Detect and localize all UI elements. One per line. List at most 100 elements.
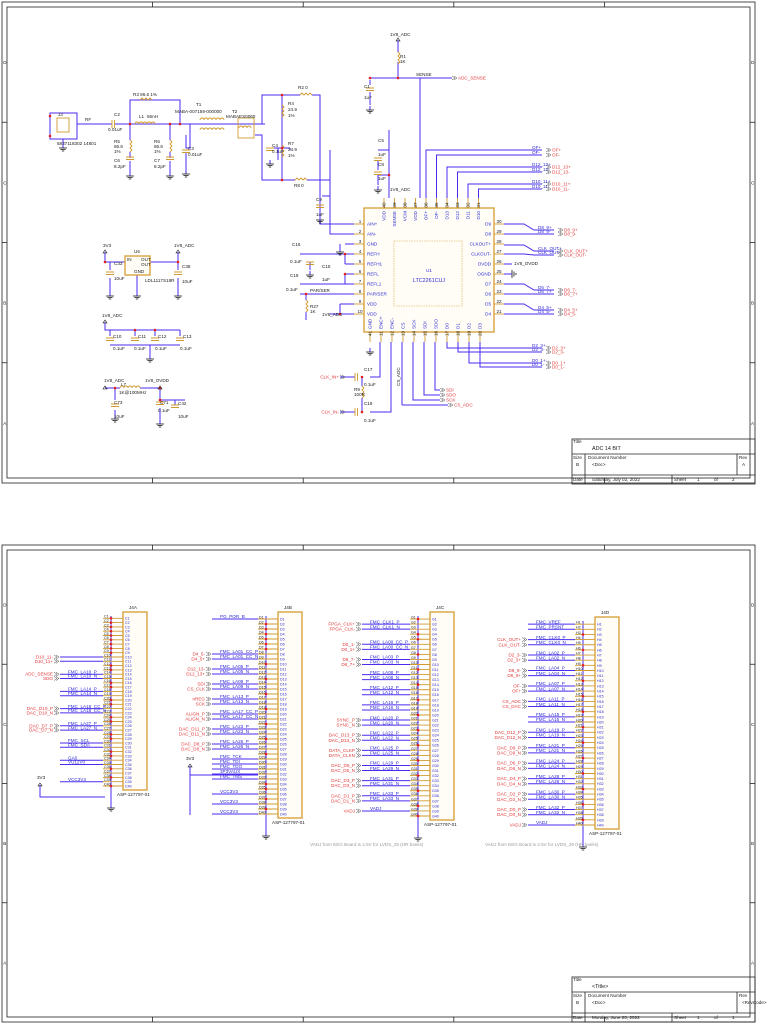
junction-dot	[416, 617, 420, 621]
wire	[434, 342, 440, 391]
pin-number: G6	[411, 641, 416, 645]
component-label: 0.1uF	[364, 418, 376, 423]
net-name: FMC_LA30_N	[536, 794, 565, 799]
pin-label: G18	[432, 703, 439, 707]
ground-symbol	[133, 295, 141, 300]
pin-number: D10	[259, 660, 266, 664]
ground-symbol	[146, 358, 154, 363]
offpage-connector-icon	[53, 659, 60, 664]
net-flag: CLK_OUT-	[564, 253, 587, 258]
pin-number: H16	[576, 698, 583, 702]
component-label: 8.2pF	[154, 164, 166, 169]
pin-number: G27	[411, 747, 418, 751]
pin-number: H11	[576, 672, 582, 676]
net-flag: D10_11-	[552, 187, 570, 192]
pin-label: H27	[597, 756, 604, 760]
wire	[104, 322, 180, 331]
pin-number: G24	[411, 732, 418, 736]
offpage-connector-icon	[439, 387, 446, 393]
pin-number: D32	[259, 770, 266, 774]
connector-j4a: J4AASP-127797-01C1 C1C2 C2C3 C3C4 C4C5 C5C6 C6…	[25, 605, 150, 812]
pin-number: D3	[259, 625, 264, 629]
pin-number: H36	[576, 801, 583, 805]
pin-label: G31	[432, 769, 439, 773]
junction-dot	[153, 328, 157, 332]
offpage-connector-icon	[545, 186, 552, 192]
pin-number: G3	[411, 626, 416, 630]
net-flag: D12_13-	[552, 170, 570, 175]
ground-icon	[366, 348, 374, 356]
pin-name: D10	[476, 211, 481, 220]
ground-symbol	[262, 835, 270, 840]
pin-number: G39	[411, 807, 418, 811]
offpage-connector-icon	[355, 783, 362, 788]
pin-label: G27	[432, 749, 439, 753]
junction-dot	[304, 292, 308, 296]
pin-label: D14	[280, 682, 287, 686]
pin-name: D6	[485, 292, 491, 297]
pin-number: 21	[496, 309, 502, 314]
net-flag: DAC_D6_N	[497, 766, 521, 771]
pin-number: H29	[576, 765, 583, 769]
pin-label: D12	[280, 672, 287, 676]
pin-label: H22	[597, 731, 604, 735]
pin-number: D18	[259, 700, 266, 704]
offpage-connector-icon	[355, 753, 362, 758]
pin-number: G9	[411, 656, 416, 660]
offpage-connector-icon	[205, 731, 212, 737]
offpage-connector-icon	[355, 722, 362, 728]
resistor-symbol	[305, 299, 309, 313]
junction-dot	[109, 629, 113, 633]
pin-label: H14	[597, 690, 604, 694]
wire	[185, 124, 191, 149]
capacitor-symbol	[106, 271, 114, 275]
offpage-connector-icon	[557, 291, 564, 297]
component-label: 1%	[114, 149, 121, 154]
connector-ref: J4B	[284, 605, 292, 610]
pin-number: G2	[411, 621, 416, 625]
pin-label: H8	[597, 659, 602, 663]
pin-number: D31	[259, 765, 266, 769]
resistor-symbol	[294, 177, 308, 181]
offpage-connector-icon	[53, 706, 60, 711]
offpage-connector-icon	[545, 364, 552, 370]
offpage-connector-icon	[521, 766, 528, 771]
pin-label: H24	[597, 741, 604, 745]
resistor-symbol	[129, 139, 133, 153]
offpage-connector-icon	[447, 402, 454, 408]
component-label: PAR/SER	[310, 288, 331, 293]
ground-icon	[262, 832, 270, 840]
junction-dot	[264, 647, 268, 651]
size-label: Size	[573, 455, 582, 460]
pin-number: D26	[259, 740, 266, 744]
rf-connector-body	[56, 117, 70, 133]
border-row-label: A	[751, 421, 755, 426]
pin-number: D30	[259, 760, 266, 764]
pin-number: 4	[359, 249, 362, 254]
net-flag: SYNC_N	[336, 723, 355, 728]
net-name: D8_9-	[538, 229, 551, 234]
component-label: C5	[378, 138, 384, 143]
pin-label: D18	[280, 702, 287, 706]
junction-dot	[264, 642, 268, 646]
offpage-connector-icon	[53, 723, 60, 729]
ground-symbol	[266, 163, 274, 168]
connector-ref: J4D	[601, 610, 610, 615]
capacitor-symbol	[374, 171, 382, 175]
wire	[397, 62, 421, 198]
net-name: VCC3V3	[220, 789, 238, 794]
junction-dot	[396, 76, 400, 80]
pin-number: 14	[412, 330, 417, 336]
net-name: FMC_LA10_N	[68, 674, 97, 679]
pin-number: G12	[411, 671, 418, 675]
pin-number: G7	[411, 646, 416, 650]
net-flag: CLK_IN-	[321, 410, 339, 415]
pin-label: H32	[597, 782, 604, 786]
net-flag: CLK_IN+	[320, 375, 339, 380]
pin-label: D8	[280, 652, 285, 656]
net-name: D2_3-	[532, 347, 545, 352]
pin-number: D15	[259, 685, 266, 689]
pin-number: G22	[411, 722, 418, 726]
pin-number: 36	[424, 202, 429, 208]
junction-dot	[343, 252, 347, 256]
